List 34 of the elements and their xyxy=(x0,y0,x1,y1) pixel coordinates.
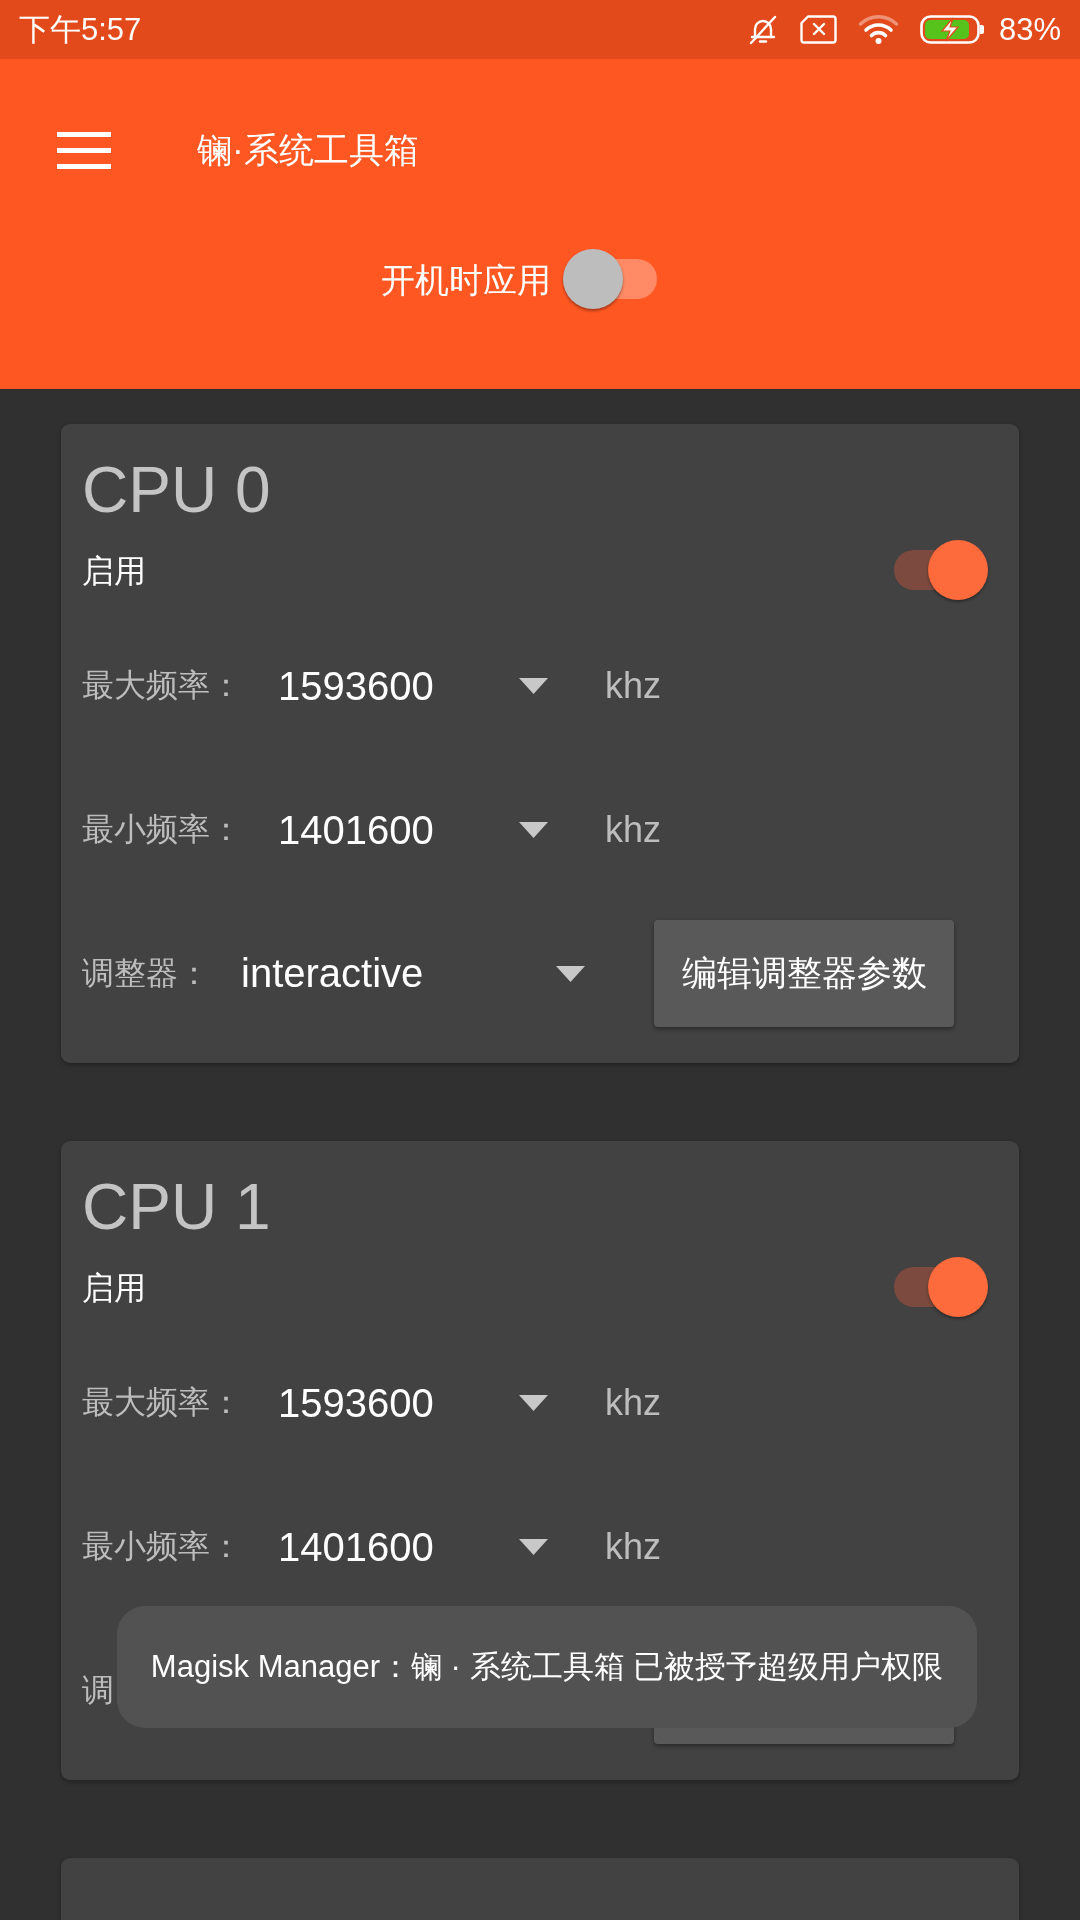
unit-label: khz xyxy=(605,665,662,707)
battery-charging-icon xyxy=(919,15,985,44)
frequency-dropdown[interactable]: 1401600 xyxy=(278,800,548,860)
app-title: 镧·系统工具箱 xyxy=(197,128,419,171)
frequency-dropdown[interactable]: 1593600 xyxy=(278,1373,548,1433)
boot-apply-label: 开机时应用 xyxy=(381,260,551,301)
caret-icon xyxy=(556,965,585,982)
unit-label: khz xyxy=(605,1526,662,1568)
wifi-icon xyxy=(857,14,899,45)
menu-icon[interactable] xyxy=(57,131,111,169)
enable-label: 启用 xyxy=(82,1269,146,1308)
battery-percent: 83% xyxy=(998,11,1061,48)
status-time: 下午5:57 xyxy=(19,10,142,49)
permission-toast: Magisk Manager：镧 · 系统工具箱 已被授予超级用户权限 xyxy=(117,1606,977,1728)
unit-label: khz xyxy=(605,1382,662,1424)
edit-parameters-button[interactable]: 编辑调整器参数 xyxy=(654,920,954,1027)
enable-label: 启用 xyxy=(82,552,146,591)
frequency-label: 最大频率： xyxy=(82,666,243,705)
caret-icon xyxy=(519,1395,548,1411)
caret-icon xyxy=(519,678,548,694)
cpu-title: CPU 0 xyxy=(82,453,271,528)
governor-dropdown[interactable]: interactive xyxy=(241,943,585,1004)
frequency-label: 最大频率： xyxy=(82,1383,243,1422)
caret-icon xyxy=(519,1539,548,1555)
unit-label: khz xyxy=(605,809,662,851)
governor-label: 调整器： xyxy=(82,953,210,993)
frequency-dropdown[interactable]: 1593600 xyxy=(278,656,548,716)
caret-icon xyxy=(519,822,548,838)
governor-label: 调 xyxy=(82,1670,114,1710)
sim-card-x-icon xyxy=(799,15,837,44)
frequency-label: 最小频率： xyxy=(82,1527,243,1566)
frequency-dropdown[interactable]: 1401600 xyxy=(278,1517,548,1577)
frequency-label: 最小频率： xyxy=(82,810,243,849)
cpu-title: CPU 1 xyxy=(82,1170,271,1245)
